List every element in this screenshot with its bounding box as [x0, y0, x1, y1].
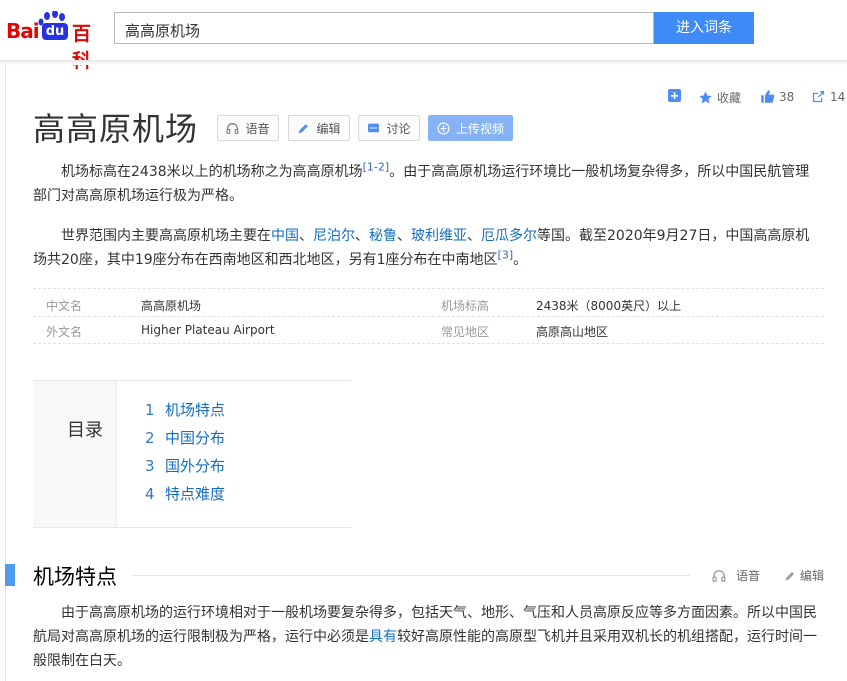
- voice-button[interactable]: 语音: [217, 115, 279, 141]
- discuss-button[interactable]: 讨论: [358, 115, 420, 141]
- separator: 、: [397, 228, 411, 244]
- infobox-divider: [33, 288, 824, 289]
- plus-circle-icon: [437, 122, 450, 134]
- section-title: 机场特点: [33, 565, 117, 589]
- intro-p1-text: 机场标高在2438米以上的机场称之为高高原机场: [61, 164, 363, 180]
- intro-p2-text: 世界范围内主要高高原机场主要在: [61, 228, 271, 244]
- toc-number: 4: [145, 485, 155, 503]
- infobox-value: 高原高山地区: [536, 325, 609, 339]
- star-icon: [699, 91, 712, 104]
- baidu-baike-logo[interactable]: Bai du 百科: [6, 9, 106, 72]
- search-input-value: 高高原机场: [125, 22, 201, 40]
- like-count: 38: [779, 89, 795, 104]
- toc-number: 3: [145, 457, 155, 475]
- toc-header-panel: 目录: [33, 381, 117, 527]
- section-paragraph: 由于高高原机场的运行环境相对于一般机场要复杂得多，包括天气、地形、气压和人员高原…: [33, 601, 823, 673]
- infobox-key: 机场标高: [441, 299, 490, 313]
- headphones-icon: [227, 122, 239, 134]
- link-china[interactable]: 中国: [271, 228, 299, 244]
- like-button[interactable]: 38: [760, 89, 794, 104]
- left-border: [5, 64, 6, 681]
- logo-bai-text: Bai: [6, 19, 40, 43]
- link-bolivia[interactable]: 玻利维亚: [411, 228, 467, 244]
- link-ecuador[interactable]: 厄瓜多尔: [481, 228, 537, 244]
- link-nepal[interactable]: 尼泊尔: [313, 228, 355, 244]
- upload-video-button[interactable]: 上传视频: [428, 115, 513, 141]
- section-marker: [5, 564, 15, 586]
- pencil-icon: [785, 571, 794, 580]
- intro-p2-text-end: 。: [513, 252, 528, 268]
- add-button[interactable]: [668, 89, 681, 102]
- separator: 、: [299, 228, 313, 244]
- voice-label: 语音: [245, 121, 270, 136]
- toc-label: 机场特点: [165, 401, 226, 419]
- toc-item[interactable]: 2 中国分布: [145, 427, 225, 448]
- link-peru[interactable]: 秘鲁: [369, 228, 397, 244]
- search-input[interactable]: 高高原机场: [114, 12, 654, 44]
- section-voice-button[interactable]: 语音: [712, 567, 760, 584]
- intro-paragraph-1: 机场标高在2438米以上的机场称之为高高原机场[1-2]。由于高高原机场运行环境…: [33, 160, 823, 208]
- top-header: Bai du 百科 高高原机场 进入词条: [0, 0, 847, 72]
- toc-number: 2: [145, 429, 155, 447]
- infobox-key: 中文名: [46, 299, 83, 313]
- edit-button[interactable]: 编辑: [288, 115, 350, 141]
- toc-item[interactable]: 1 机场特点: [145, 399, 225, 420]
- page-title: 高高原机场: [33, 110, 199, 148]
- toc-label: 国外分布: [165, 457, 226, 475]
- infobox-key: 常见地区: [441, 325, 490, 339]
- infobox-value: 2438米（8000英尺）以上: [536, 299, 682, 313]
- infobox-divider: [33, 343, 824, 344]
- infobox-value: Higher Plateau Airport: [141, 323, 275, 337]
- header-shadow: [0, 61, 847, 65]
- share-count: 14: [830, 89, 846, 104]
- section-divider: [131, 575, 690, 576]
- toc-item[interactable]: 3 国外分布: [145, 455, 225, 476]
- section-edit-label: 编辑: [800, 569, 825, 583]
- link-juyou[interactable]: 具有: [369, 629, 397, 645]
- toc-item[interactable]: 4 特点难度: [145, 483, 225, 504]
- reference-link[interactable]: [3]: [498, 248, 514, 261]
- discuss-label: 讨论: [386, 121, 411, 136]
- infobox-key: 外文名: [46, 325, 83, 339]
- enter-entry-button[interactable]: 进入词条: [654, 12, 754, 44]
- toc-title: 目录: [67, 420, 103, 441]
- toc-label: 中国分布: [165, 429, 226, 447]
- reference-link[interactable]: [1-2]: [363, 160, 390, 173]
- pencil-icon: [299, 123, 309, 133]
- favorite-label: 收藏: [717, 91, 742, 105]
- upload-video-label: 上传视频: [455, 121, 504, 136]
- favorite-button[interactable]: 收藏: [698, 89, 741, 106]
- edit-label: 编辑: [316, 121, 341, 136]
- table-of-contents: 目录 1 机场特点 2 中国分布 3 国外分布 4 特点难度: [33, 380, 351, 528]
- headphones-icon: [712, 569, 726, 582]
- thumbs-up-icon: [761, 90, 775, 103]
- infobox-divider: [33, 316, 824, 317]
- section-edit-button[interactable]: 编辑: [784, 567, 824, 584]
- share-icon: [812, 90, 825, 103]
- separator: 、: [355, 228, 369, 244]
- logo-du-badge: du: [42, 23, 68, 40]
- plus-square-icon: [668, 89, 681, 102]
- share-button[interactable]: 14: [811, 89, 845, 104]
- comment-icon: [368, 123, 380, 132]
- separator: 、: [467, 228, 481, 244]
- toc-number: 1: [145, 401, 155, 419]
- infobox-value: 高高原机场: [141, 299, 202, 313]
- toc-label: 特点难度: [165, 485, 226, 503]
- intro-paragraph-2: 世界范围内主要高高原机场主要在中国、尼泊尔、秘鲁、玻利维亚、厄瓜多尔等国。截至2…: [33, 224, 823, 272]
- section-voice-label: 语音: [736, 569, 761, 583]
